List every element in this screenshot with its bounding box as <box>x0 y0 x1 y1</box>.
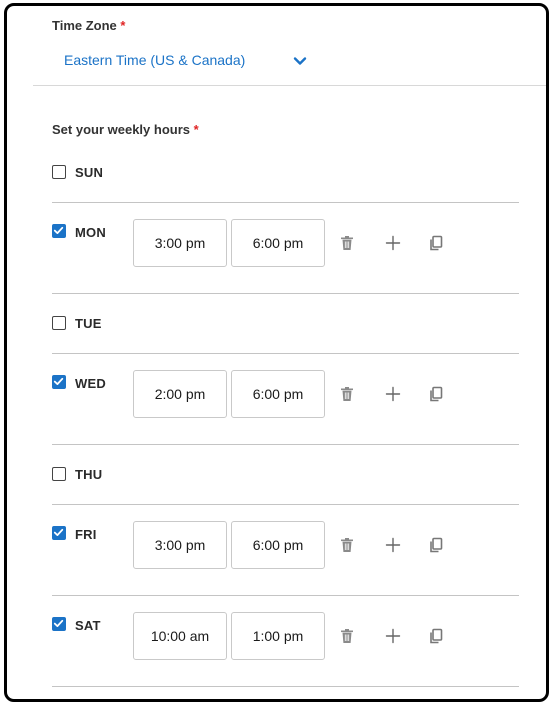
day-checkbox-sun[interactable] <box>52 165 66 179</box>
timezone-required-mark: * <box>120 18 126 33</box>
plus-icon[interactable] <box>385 537 401 553</box>
trash-icon[interactable] <box>339 537 355 553</box>
weekly-hours-label: Set your weekly hours * <box>52 122 199 137</box>
end-time-input-wed[interactable]: 6:00 pm <box>231 370 325 418</box>
timezone-value: Eastern Time (US & Canada) <box>64 52 246 68</box>
copy-icon[interactable] <box>428 628 444 644</box>
trash-icon[interactable] <box>339 628 355 644</box>
start-time-input-mon[interactable]: 3:00 pm <box>133 219 227 267</box>
plus-icon[interactable] <box>385 386 401 402</box>
day-label-wed: WED <box>75 376 106 391</box>
day-row-fri: FRI 3:00 pm 6:00 pm <box>52 505 519 596</box>
plus-icon[interactable] <box>385 628 401 644</box>
copy-icon[interactable] <box>428 235 444 251</box>
day-label-sat: SAT <box>75 618 101 633</box>
day-label-tue: TUE <box>75 316 102 331</box>
trash-icon[interactable] <box>339 386 355 402</box>
end-time-input-sat[interactable]: 1:00 pm <box>231 612 325 660</box>
timezone-select[interactable]: Eastern Time (US & Canada) <box>33 34 546 86</box>
copy-icon[interactable] <box>428 386 444 402</box>
day-checkbox-sat[interactable] <box>52 617 66 631</box>
trash-icon[interactable] <box>339 235 355 251</box>
day-checkbox-wed[interactable] <box>52 375 66 389</box>
weekly-hours-required-mark: * <box>193 122 199 137</box>
day-label-mon: MON <box>75 225 106 240</box>
start-time-input-wed[interactable]: 2:00 pm <box>133 370 227 418</box>
day-row-tue: TUE <box>52 294 519 354</box>
day-label-thu: THU <box>75 467 103 482</box>
day-checkbox-tue[interactable] <box>52 316 66 330</box>
day-checkbox-mon[interactable] <box>52 224 66 238</box>
day-label-fri: FRI <box>75 527 97 542</box>
day-row-sat: SAT 10:00 am 1:00 pm <box>52 596 519 687</box>
start-time-input-sat[interactable]: 10:00 am <box>133 612 227 660</box>
day-row-thu: THU <box>52 445 519 505</box>
end-time-input-fri[interactable]: 6:00 pm <box>231 521 325 569</box>
day-row-sun: SUN <box>52 151 519 203</box>
copy-icon[interactable] <box>428 537 444 553</box>
end-time-input-mon[interactable]: 6:00 pm <box>231 219 325 267</box>
weekly-hours-panel: Time Zone * Eastern Time (US & Canada) S… <box>4 3 549 702</box>
day-label-sun: SUN <box>75 165 104 180</box>
chevron-down-icon[interactable] <box>293 54 307 68</box>
start-time-input-fri[interactable]: 3:00 pm <box>133 521 227 569</box>
day-checkbox-thu[interactable] <box>52 467 66 481</box>
day-row-mon: MON 3:00 pm 6:00 pm <box>52 203 519 294</box>
plus-icon[interactable] <box>385 235 401 251</box>
day-checkbox-fri[interactable] <box>52 526 66 540</box>
timezone-label: Time Zone * <box>52 18 125 33</box>
day-row-wed: WED 2:00 pm 6:00 pm <box>52 354 519 445</box>
timezone-label-text: Time Zone <box>52 18 117 33</box>
weekly-hours-label-text: Set your weekly hours <box>52 122 190 137</box>
